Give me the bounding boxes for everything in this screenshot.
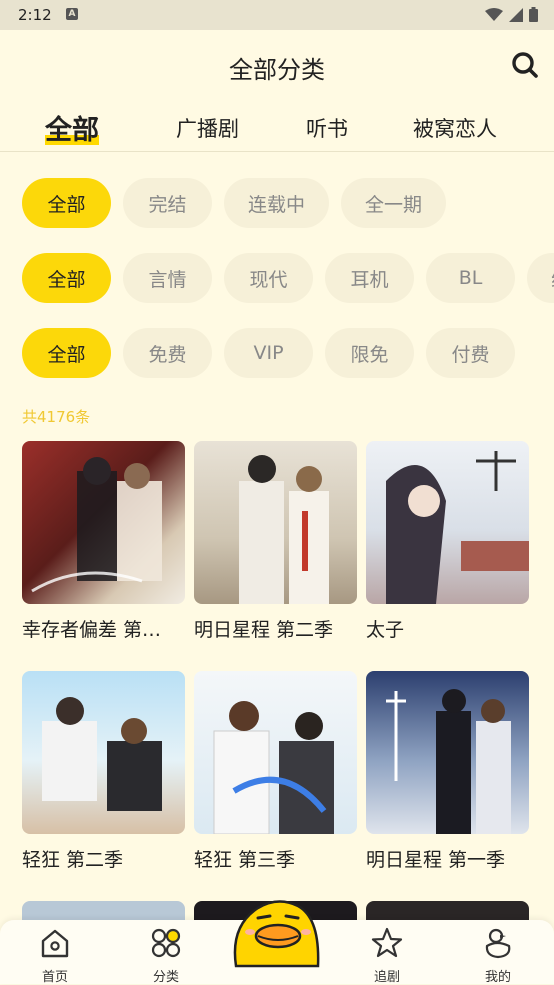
home-icon [41, 929, 69, 958]
system-icons [485, 7, 538, 22]
category-tabs: 全部 广播剧 听书 被窝恋人 [0, 105, 554, 152]
filter-chip-status-all[interactable]: 全部 [22, 178, 111, 228]
filter-chip-completed[interactable]: 完结 [123, 178, 212, 228]
filter-chip-ongoing[interactable]: 连载中 [224, 178, 330, 228]
filter-chip-romance[interactable]: 言情 [123, 253, 212, 303]
content-title: 太子 [366, 619, 405, 641]
filter-chip-price-all[interactable]: 全部 [22, 328, 111, 378]
tab-label: 被窝恋人 [413, 117, 497, 141]
nav-label: 分类 [152, 970, 179, 985]
signal-icon [509, 7, 523, 22]
filter-chip-limited-free[interactable]: 限免 [325, 328, 414, 378]
cover-art [386, 451, 529, 604]
filter-chip-vip[interactable]: VIP [224, 328, 313, 378]
content-title: 幸存者偏差 第… [22, 619, 162, 641]
category-icon [151, 928, 181, 958]
search-icon[interactable] [510, 50, 540, 80]
tab-label: 广播剧 [176, 117, 239, 141]
cover-art [386, 689, 511, 834]
star-icon [371, 927, 403, 958]
cover-image [194, 441, 357, 604]
tab-radio-drama[interactable]: 广播剧 [176, 113, 239, 143]
tab-bedtime-lover[interactable]: 被窝恋人 [413, 113, 497, 143]
nav-profile[interactable]: 我的 [458, 926, 538, 985]
content-title: 明日星程 第二季 [194, 619, 334, 641]
tab-label: 全部 [45, 115, 99, 146]
content-title: 明日星程 第一季 [366, 849, 506, 871]
cover-image [366, 671, 529, 834]
page-header: 全部分类 [0, 30, 554, 100]
nav-home[interactable]: 首页 [15, 926, 95, 985]
genre-filter-row: 全部 言情 现代 耳机 BL 纯 [22, 253, 554, 303]
cover-art [213, 701, 334, 834]
status-time: 2:12 [18, 6, 52, 24]
tab-audiobook[interactable]: 听书 [306, 113, 348, 143]
cover-image [22, 671, 185, 834]
tab-label: 听书 [306, 117, 348, 141]
nav-category[interactable]: 分类 [126, 926, 206, 985]
tab-all[interactable]: 全部 [45, 108, 99, 147]
status-bar: 2:12 A [0, 0, 554, 30]
status-filter-row: 全部 完结 连载中 全一期 [22, 178, 447, 228]
battery-icon [529, 7, 538, 22]
page-title: 全部分类 [229, 56, 325, 84]
result-count: 共4176条 [22, 408, 91, 426]
filter-chip-free[interactable]: 免费 [123, 328, 212, 378]
filter-chip-modern[interactable]: 现代 [224, 253, 313, 303]
filter-chip-pure[interactable]: 纯 [527, 253, 554, 303]
content-title: 轻狂 第二季 [22, 849, 124, 871]
content-card[interactable]: 明日星程 第二季 [194, 441, 357, 642]
wifi-icon [485, 7, 503, 21]
duck-profile-icon [485, 928, 511, 959]
filter-chip-single-episode[interactable]: 全一期 [341, 178, 447, 228]
content-title: 轻狂 第三季 [194, 849, 296, 871]
price-filter-row: 全部 免费 VIP 限免 付费 [22, 328, 515, 378]
nav-follow[interactable]: 追剧 [347, 926, 427, 985]
content-card[interactable]: 明日星程 第一季 [366, 671, 529, 872]
cover-art [31, 457, 162, 593]
content-card[interactable]: 轻狂 第二季 [22, 671, 185, 872]
cover-image [366, 441, 529, 604]
nav-label: 我的 [484, 970, 511, 985]
nav-label: 首页 [41, 970, 68, 985]
content-card[interactable]: 太子 [366, 441, 529, 642]
notification-badge-icon: A [66, 8, 78, 20]
filter-chip-bl[interactable]: BL [426, 253, 515, 303]
filter-chip-paid[interactable]: 付费 [426, 328, 515, 378]
filter-chip-headphones[interactable]: 耳机 [325, 253, 414, 303]
filter-chip-genre-all[interactable]: 全部 [22, 253, 111, 303]
content-card[interactable]: 幸存者偏差 第… [22, 441, 185, 642]
cover-image [22, 441, 185, 604]
nav-label: 追剧 [373, 970, 400, 985]
cover-image [194, 671, 357, 834]
cover-art [42, 697, 162, 811]
cover-art [239, 455, 329, 604]
duck-mascot-icon[interactable] [228, 896, 326, 974]
content-card[interactable]: 轻狂 第三季 [194, 671, 357, 872]
